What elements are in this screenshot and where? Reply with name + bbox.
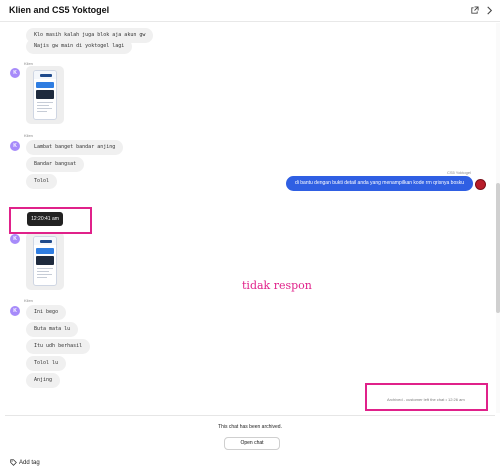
scrollbar-thumb[interactable] (496, 183, 500, 313)
archived-message: This chat has been archived. (218, 424, 282, 430)
scrollbar-track[interactable] (496, 23, 500, 413)
add-tag-label: Add tag (19, 459, 40, 466)
chat-header: Klien and CS5 Yoktogel (0, 0, 500, 22)
image-attachment[interactable] (26, 232, 64, 290)
annotation-highlight-box (9, 207, 92, 234)
customer-message: Tolol lu (26, 356, 67, 371)
tag-icon (10, 459, 17, 466)
image-attachment[interactable] (26, 66, 64, 124)
footer-divider (5, 415, 495, 416)
annotation-highlight-box (365, 383, 488, 411)
sender-name: Klien (24, 133, 33, 138)
customer-message: Ini bego (26, 305, 67, 320)
add-tag-button[interactable]: Add tag (10, 459, 40, 466)
customer-message: Lambat banget bandar anjing (26, 140, 124, 155)
agent-message: di bantu dengan bukti detail anda yang m… (286, 176, 473, 191)
agent-avatar (475, 179, 486, 190)
screenshot-preview (33, 236, 57, 286)
customer-message: Itu udh berhasil (26, 339, 91, 354)
external-link-icon[interactable] (470, 6, 479, 15)
chat-title: Klien and CS5 Yoktogel (9, 5, 110, 15)
customer-message: Buta mata lu (26, 322, 79, 337)
screenshot-preview (33, 70, 57, 120)
annotation-text: tidak respon (242, 279, 312, 292)
open-chat-button[interactable]: Open chat (224, 437, 280, 450)
customer-message: Tolol (26, 174, 58, 189)
customer-avatar: K (10, 68, 20, 78)
agent-name: CS5 Yoktogel (446, 170, 471, 175)
customer-avatar: K (10, 234, 20, 244)
customer-message: Anjing (26, 373, 61, 388)
customer-avatar: K (10, 141, 20, 151)
customer-avatar: K (10, 306, 20, 316)
customer-message: Bandar bangsat (26, 157, 85, 172)
sender-name: Klien (24, 298, 33, 303)
collapse-icon[interactable] (485, 6, 494, 15)
customer-message: Najis gw main di yoktogel lagi (26, 39, 133, 54)
